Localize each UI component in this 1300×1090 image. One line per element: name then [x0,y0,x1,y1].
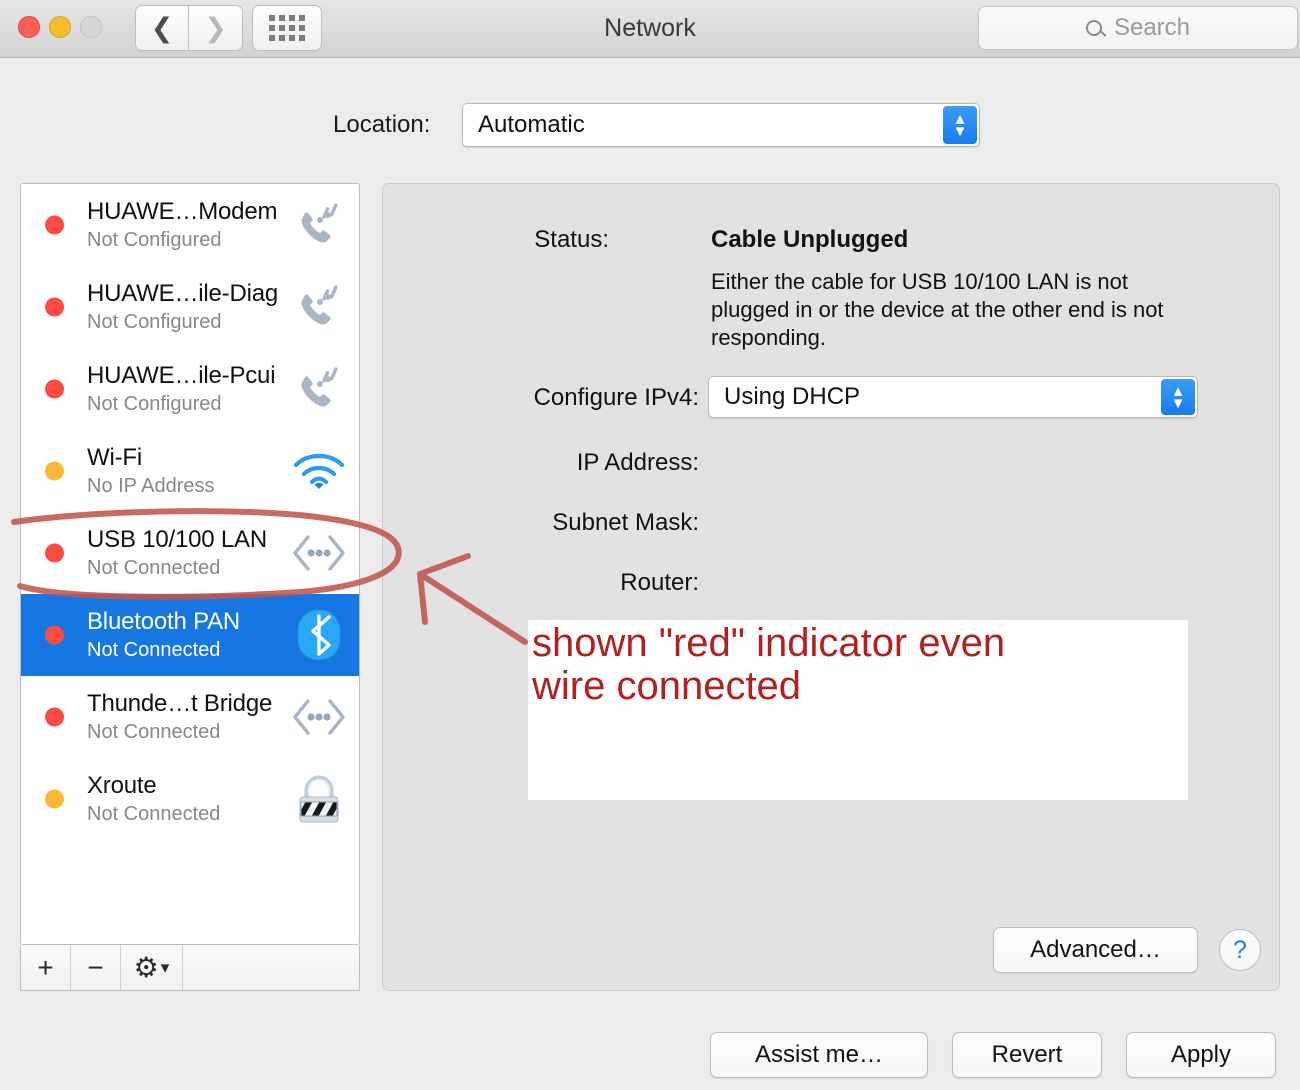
vpn-lock-icon [291,771,347,827]
apply-button[interactable]: Apply [1126,1032,1276,1078]
window-footer-buttons: Assist me… Revert Apply [0,1032,1300,1082]
modem-phone-icon [291,361,347,417]
annotation-line-1: shown "red" indicator even [532,621,1006,665]
network-preferences-window: ❮ ❯ Network Search Location: Automatic ▲… [0,0,1300,1090]
search-placeholder: Search [1113,14,1191,41]
service-row-huawei-modem[interactable]: HUAWE…Modem Not Configured [21,184,359,266]
revert-button[interactable]: Revert [952,1032,1102,1078]
status-indicator-red [45,543,64,563]
wifi-icon [291,443,347,499]
status-label: Status: [534,226,609,253]
status-indicator-amber [45,789,64,809]
advanced-button[interactable]: Advanced… [993,927,1198,973]
status-value: Cable Unplugged [711,226,909,253]
service-actions-button[interactable]: ⚙ ▾ [121,945,183,990]
configure-ipv4-value: Using DHCP [724,383,861,410]
status-indicator-red [45,379,64,399]
status-indicator-red [45,707,64,727]
search-icon [1085,20,1102,36]
annotation-line-2: wire connected [532,664,802,708]
service-row-thunderbolt-bridge[interactable]: Thunde…t Bridge Not Connected [21,676,359,758]
service-row-huawei-diag[interactable]: HUAWE…ile-Diag Not Configured [21,266,359,348]
configure-ipv4-label: Configure IPv4: [533,384,699,411]
subnet-mask-label: Subnet Mask: [552,509,699,536]
ethernet-icon [291,689,347,745]
ethernet-icon [291,525,347,581]
status-indicator-red [45,215,64,235]
router-label: Router: [620,569,699,596]
toolbar-filler [183,945,359,990]
location-row: Location: Automatic ▲ ▼ [0,103,1300,147]
bluetooth-icon [291,607,347,663]
location-label: Location: [333,111,431,138]
window-titlebar: ❮ ❯ Network Search [0,0,1300,58]
chevron-updown-icon: ▲ ▼ [1161,379,1195,415]
status-indicator-amber [45,461,64,481]
chevron-updown-icon: ▲ ▼ [943,106,977,144]
service-row-usb-lan[interactable]: USB 10/100 LAN Not Connected [21,512,359,594]
status-indicator-red [45,297,64,317]
service-row-bluetooth-pan[interactable]: Bluetooth PAN Not Connected [21,594,359,676]
service-row-huawei-pcui[interactable]: HUAWE…ile-Pcui Not Configured [21,348,359,430]
help-button[interactable]: ? [1219,929,1261,971]
remove-service-button[interactable]: − [71,945,121,990]
status-indicator-red [45,625,64,645]
service-detail-panel: Status: Cable Unplugged Either the cable… [382,183,1280,991]
chevron-down-icon: ▾ [160,957,170,977]
assist-me-button[interactable]: Assist me… [710,1032,928,1078]
modem-phone-icon [291,279,347,335]
ip-address-label: IP Address: [576,449,699,476]
service-row-xroute[interactable]: Xroute Not Connected [21,758,359,840]
location-value: Automatic [478,111,585,138]
gear-icon: ⚙ [133,952,159,983]
service-list-toolbar: + − ⚙ ▾ [20,945,360,991]
configure-ipv4-popup-button[interactable]: Using DHCP ▲ ▼ [708,376,1198,418]
status-description: Either the cable for USB 10/100 LAN is n… [711,269,1164,350]
network-service-list[interactable]: HUAWE…Modem Not Configured HUAWE…ile-Dia… [20,183,360,945]
location-popup-button[interactable]: Automatic ▲ ▼ [462,103,980,147]
service-row-wifi[interactable]: Wi-Fi No IP Address [21,430,359,512]
add-service-button[interactable]: + [21,945,71,990]
annotation-text: shown "red" indicator even wire connecte… [532,622,1172,708]
modem-phone-icon [291,197,347,253]
search-field[interactable]: Search [978,6,1298,50]
